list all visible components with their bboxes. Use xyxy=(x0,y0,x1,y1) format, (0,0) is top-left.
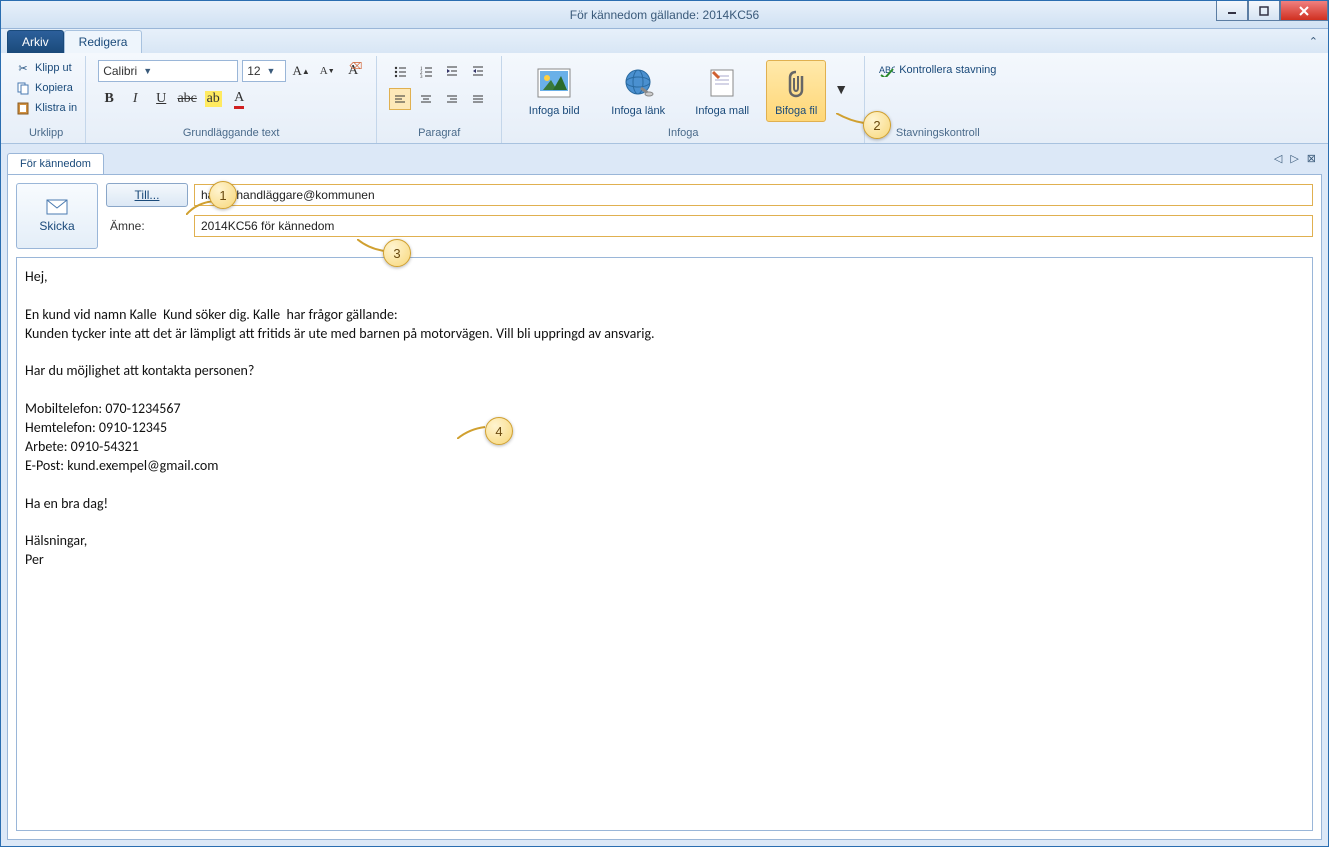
font-group-label: Grundläggande text xyxy=(94,124,368,143)
italic-button[interactable]: I xyxy=(124,88,146,110)
align-right-button[interactable] xyxy=(441,88,463,110)
compose-panel: Skicka Till... Ämne: Hej, En kund vid na… xyxy=(7,174,1322,840)
picture-icon xyxy=(536,65,572,101)
minimize-button[interactable] xyxy=(1216,1,1248,21)
svg-text:3: 3 xyxy=(420,75,423,78)
tab-edit[interactable]: Redigera xyxy=(64,30,143,53)
attach-dropdown-button[interactable]: ▼ xyxy=(830,82,852,100)
maximize-button[interactable] xyxy=(1248,1,1280,21)
spell-check-button[interactable]: ABCKontrollera stavning xyxy=(877,60,998,80)
document-tabs: För kännedom ◁ ▷ ⊠ xyxy=(7,150,1322,174)
envelope-icon xyxy=(46,199,68,215)
shrink-font-button[interactable]: A▼ xyxy=(316,60,338,82)
menu-tabs: Arkiv Redigera ⌃ xyxy=(1,29,1328,53)
subject-input[interactable] xyxy=(194,215,1313,237)
spellcheck-icon: ABC xyxy=(879,62,895,78)
clipboard-group-label: Urklipp xyxy=(15,124,77,143)
font-color-button[interactable]: A xyxy=(228,88,250,110)
subject-label: Ämne: xyxy=(106,219,188,233)
paragraph-group-label: Paragraf xyxy=(385,124,493,143)
chevron-down-icon: ▼ xyxy=(834,83,848,99)
align-center-button[interactable] xyxy=(415,88,437,110)
tab-close-icon[interactable]: ⊠ xyxy=(1307,152,1316,165)
strikethrough-button[interactable]: abc xyxy=(176,88,198,110)
insert-link-button[interactable]: Infoga länk xyxy=(598,60,678,122)
paste-icon xyxy=(15,100,31,116)
spelling-group-label: Stavningskontroll xyxy=(873,124,1002,143)
ribbon-group-paragraph: 123 Paragraf xyxy=(377,56,502,143)
ribbon-group-clipboard: ✂Klipp ut Kopiera Klistra in Urklipp xyxy=(7,56,86,143)
highlight-button[interactable]: ab xyxy=(202,88,224,110)
bold-button[interactable]: B xyxy=(98,88,120,110)
close-button[interactable] xyxy=(1280,1,1328,21)
underline-button[interactable]: U xyxy=(150,88,172,110)
ribbon-group-font: Calibri▼ 12▼ A▲ A▼ A⌫ B I U abc ab A xyxy=(86,56,377,143)
callout-3: 3 xyxy=(383,239,411,267)
paperclip-icon xyxy=(778,65,814,101)
grow-font-button[interactable]: A▲ xyxy=(290,60,312,82)
insert-group-label: Infoga xyxy=(510,124,856,143)
insert-image-button[interactable]: Infoga bild xyxy=(514,60,594,122)
tab-next-icon[interactable]: ▷ xyxy=(1290,152,1298,165)
compose-fields: Till... Ämne: xyxy=(106,183,1313,249)
app-window: För kännedom gällande: 2014KC56 Arkiv Re… xyxy=(0,0,1329,847)
cut-button[interactable]: ✂Klipp ut xyxy=(15,60,77,76)
paste-button[interactable]: Klistra in xyxy=(15,100,77,116)
callout-4: 4 xyxy=(485,417,513,445)
ribbon-collapse-icon[interactable]: ⌃ xyxy=(1309,35,1318,48)
message-body[interactable]: Hej, En kund vid namn Kalle Kund söker d… xyxy=(16,257,1313,831)
template-icon xyxy=(704,65,740,101)
tab-prev-icon[interactable]: ◁ xyxy=(1274,152,1282,165)
attach-file-button[interactable]: Bifoga fil xyxy=(766,60,826,122)
to-input[interactable] xyxy=(194,184,1313,206)
copy-icon xyxy=(15,80,31,96)
insert-template-button[interactable]: Infoga mall xyxy=(682,60,762,122)
tab-file[interactable]: Arkiv xyxy=(7,30,64,53)
indent-button[interactable] xyxy=(467,60,489,82)
font-size-combo[interactable]: 12▼ xyxy=(242,60,286,82)
content-area: För kännedom ◁ ▷ ⊠ Skicka Till... xyxy=(1,144,1328,846)
window-controls xyxy=(1216,1,1328,21)
justify-button[interactable] xyxy=(467,88,489,110)
doc-tab-nav: ◁ ▷ ⊠ xyxy=(1274,152,1316,165)
clear-format-button[interactable]: A⌫ xyxy=(342,60,364,82)
callout-1: 1 xyxy=(209,181,237,209)
outdent-button[interactable] xyxy=(441,60,463,82)
to-button[interactable]: Till... xyxy=(106,183,188,207)
chevron-down-icon: ▼ xyxy=(267,66,276,76)
send-button[interactable]: Skicka xyxy=(16,183,98,249)
align-left-button[interactable] xyxy=(389,88,411,110)
chevron-down-icon: ▼ xyxy=(143,66,152,76)
ribbon-group-insert: Infoga bild Infoga länk Infoga mall Bifo… xyxy=(502,56,865,143)
copy-button[interactable]: Kopiera xyxy=(15,80,77,96)
font-name-combo[interactable]: Calibri▼ xyxy=(98,60,238,82)
ribbon: ✂Klipp ut Kopiera Klistra in Urklipp Cal… xyxy=(1,53,1328,144)
number-list-button[interactable]: 123 xyxy=(415,60,437,82)
bullet-list-button[interactable] xyxy=(389,60,411,82)
window-title: För kännedom gällande: 2014KC56 xyxy=(1,8,1328,22)
callout-2: 2 xyxy=(863,111,891,139)
scissors-icon: ✂ xyxy=(15,60,31,76)
titlebar: För kännedom gällande: 2014KC56 xyxy=(1,1,1328,29)
globe-link-icon xyxy=(620,65,656,101)
doc-tab-for-kannedom[interactable]: För kännedom xyxy=(7,153,104,174)
